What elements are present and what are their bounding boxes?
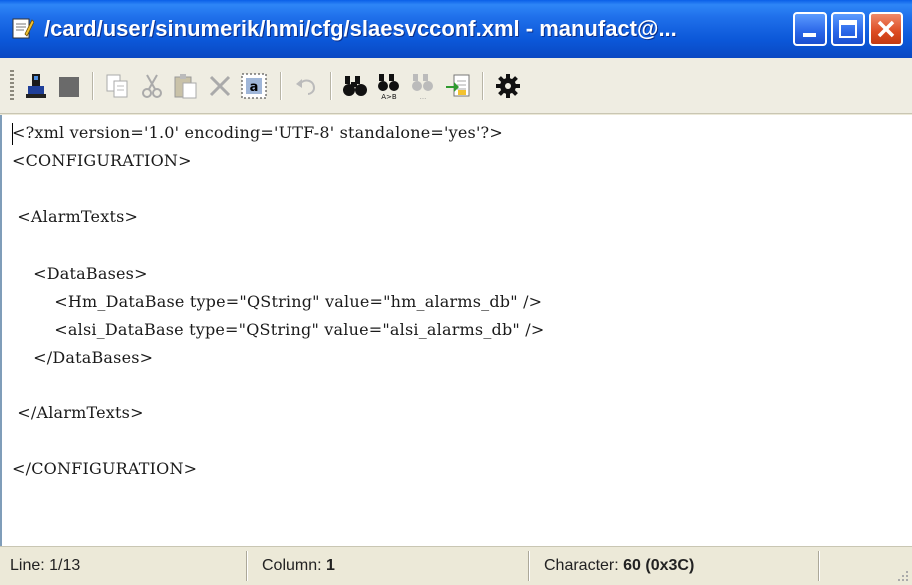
- select-all-button[interactable]: a: [240, 72, 268, 100]
- paste-button[interactable]: [172, 72, 200, 100]
- find-next-button[interactable]: ...: [410, 72, 438, 101]
- find-button[interactable]: [342, 72, 370, 100]
- toolbar: a A>B ...: [0, 58, 912, 114]
- close-button[interactable]: [869, 12, 903, 46]
- toolbar-separator: [482, 72, 484, 100]
- select-all-icon: a: [241, 73, 267, 99]
- code-line[interactable]: <Hm_DataBase type="QString" value="hm_al…: [12, 288, 542, 316]
- svg-text:a: a: [250, 80, 259, 95]
- stop-icon: [59, 77, 79, 97]
- title-bar[interactable]: /card/user/sinumerik/hmi/cfg/slaesvcconf…: [0, 0, 912, 58]
- status-column: Column: 1: [262, 551, 335, 581]
- minimize-icon: [803, 33, 816, 37]
- cut-icon: [142, 74, 162, 98]
- find-icon: [343, 76, 367, 96]
- toolbar-separator: [92, 72, 94, 100]
- minimize-button[interactable]: [793, 12, 827, 46]
- copy-icon: [106, 74, 128, 98]
- status-line-label: Line:: [10, 557, 45, 574]
- delete-button[interactable]: [206, 72, 234, 100]
- settings-icon: [496, 74, 520, 98]
- save-file-button[interactable]: [22, 72, 50, 100]
- status-column-value: 1: [326, 557, 335, 574]
- toolbar-grip[interactable]: [10, 70, 14, 100]
- svg-text:...: ...: [420, 93, 427, 100]
- resize-grip-icon[interactable]: [894, 567, 910, 583]
- copy-button[interactable]: [104, 72, 132, 100]
- maximize-button[interactable]: [831, 12, 865, 46]
- close-icon: [877, 20, 895, 38]
- undo-icon: [296, 79, 316, 95]
- cut-button[interactable]: [138, 72, 166, 100]
- status-separator: [528, 551, 530, 581]
- save-file-icon: [26, 74, 46, 98]
- goto-button[interactable]: [444, 72, 472, 100]
- code-line[interactable]: <?xml version='1.0' encoding='UTF-8' sta…: [12, 119, 503, 147]
- status-separator: [246, 551, 248, 581]
- settings-button[interactable]: [494, 72, 522, 100]
- text-editor[interactable]: <?xml version='1.0' encoding='UTF-8' sta…: [0, 115, 912, 546]
- notepad-app-icon: [12, 16, 35, 40]
- status-separator: [818, 551, 820, 581]
- status-character-label: Character:: [544, 557, 619, 574]
- status-line: Line: 1/13: [10, 551, 80, 581]
- code-line[interactable]: <DataBases>: [12, 260, 148, 288]
- toolbar-separator: [330, 72, 332, 100]
- code-line[interactable]: </AlarmTexts>: [12, 399, 144, 427]
- stop-button[interactable]: [56, 72, 84, 100]
- code-line[interactable]: </DataBases>: [12, 344, 153, 372]
- status-column-label: Column:: [262, 557, 322, 574]
- window-title: /card/user/sinumerik/hmi/cfg/slaesvcconf…: [44, 16, 677, 41]
- status-character-value: 60 (0x3C): [623, 557, 695, 574]
- code-line[interactable]: <AlarmTexts>: [12, 203, 138, 231]
- find-replace-button[interactable]: A>B: [376, 72, 404, 101]
- code-line[interactable]: <CONFIGURATION>: [12, 147, 192, 175]
- svg-text:A>B: A>B: [381, 93, 397, 100]
- toolbar-separator: [280, 72, 282, 100]
- goto-icon: [446, 74, 470, 97]
- status-character: Character: 60 (0x3C): [544, 551, 694, 581]
- code-line[interactable]: <alsi_DataBase type="QString" value="als…: [12, 316, 544, 344]
- find-replace-icon: A>B: [378, 74, 399, 101]
- delete-icon: [209, 75, 231, 97]
- maximize-icon: [839, 20, 857, 38]
- undo-button[interactable]: [292, 72, 320, 100]
- status-line-value: 1/13: [49, 557, 81, 574]
- status-bar: Line: 1/13 Column: 1 Character: 60 (0x3C…: [0, 546, 912, 585]
- code-line[interactable]: </CONFIGURATION>: [12, 455, 197, 483]
- find-next-icon: ...: [412, 74, 433, 101]
- text-caret: [12, 123, 13, 145]
- paste-icon: [174, 74, 197, 99]
